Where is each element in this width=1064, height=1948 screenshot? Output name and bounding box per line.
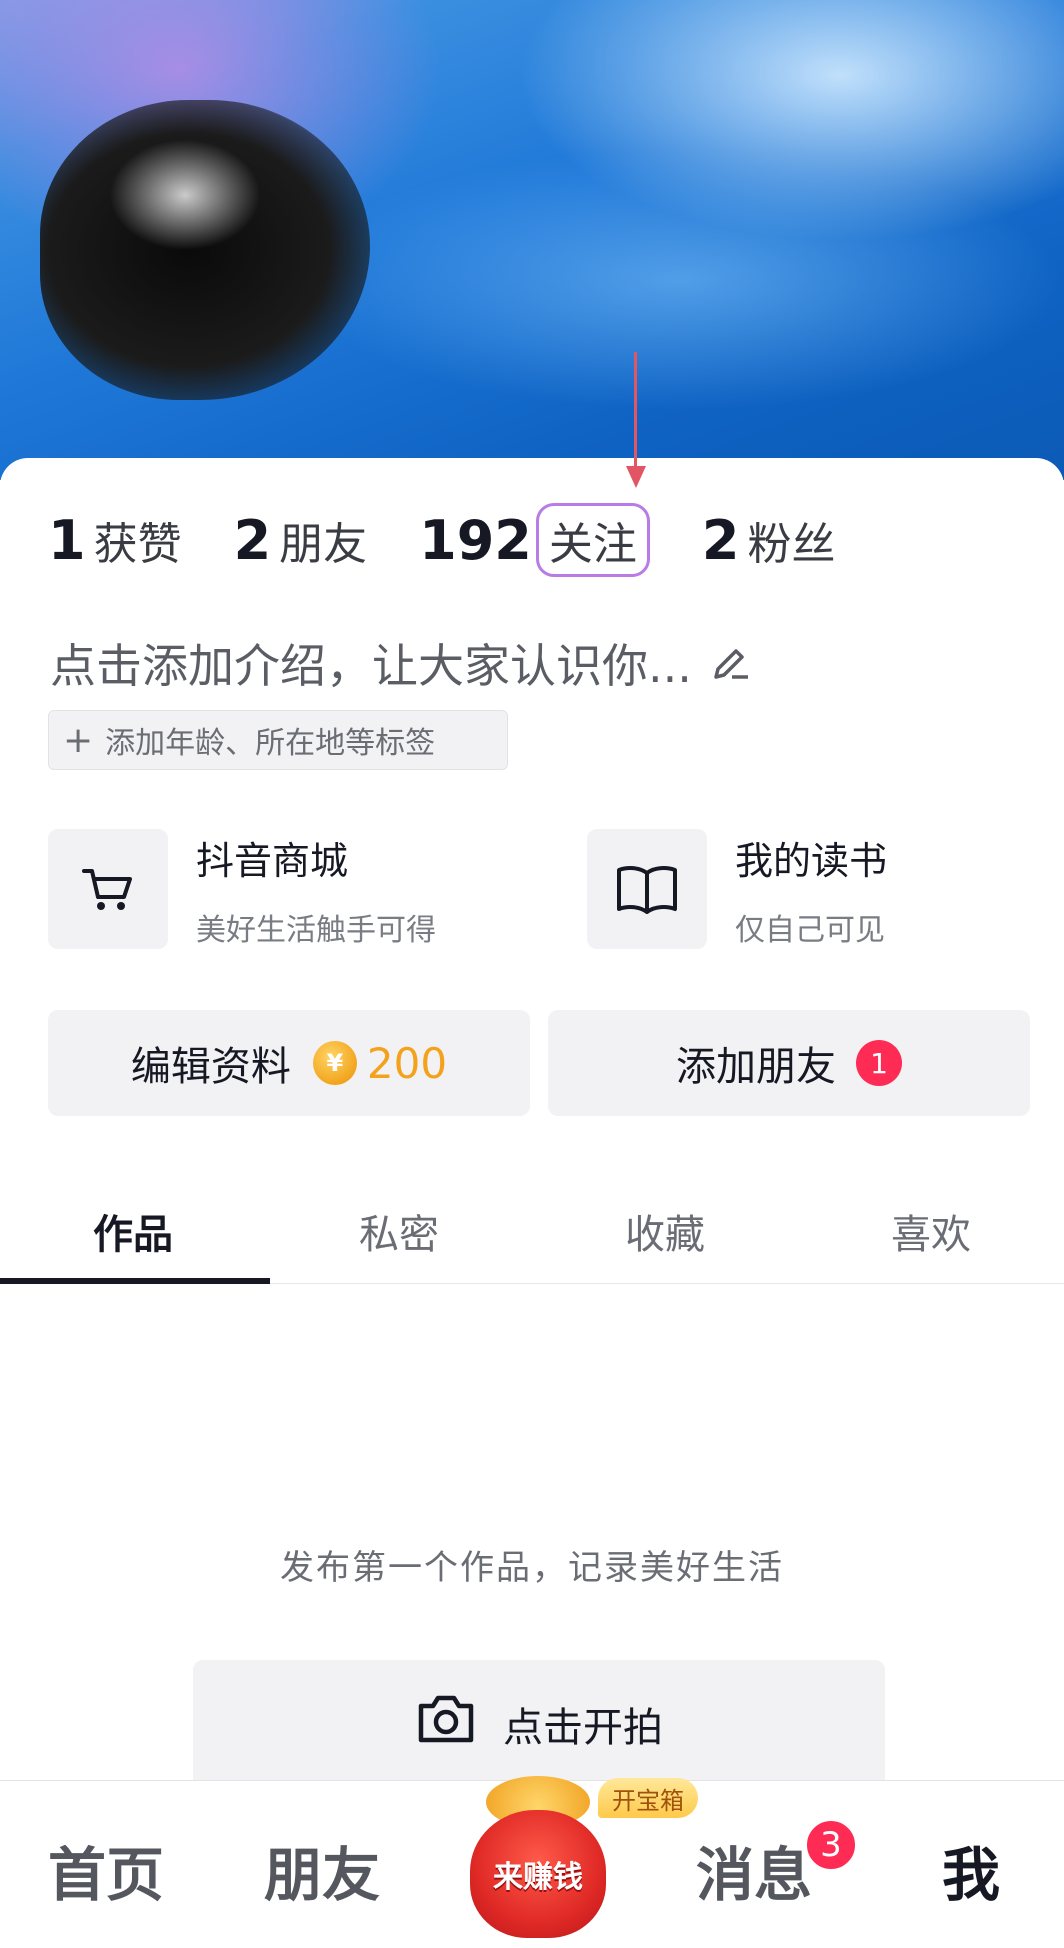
my-reading-subtitle: 仅自己可见 [735, 912, 885, 948]
active-tab-indicator [0, 1278, 270, 1284]
cover-haze [300, 150, 1060, 410]
avatar-redaction-highlight [110, 140, 260, 250]
start-shooting-label: 点击开拍 [503, 1705, 663, 1751]
tab-favorites[interactable]: 收藏 [532, 1180, 798, 1283]
add-friend-button[interactable]: 添加朋友 1 [548, 1010, 1030, 1116]
cart-icon [48, 829, 168, 949]
stat-followers-label: 粉丝 [747, 519, 836, 570]
douyin-mall-subtitle: 美好生活触手可得 [196, 912, 436, 948]
messages-badge: 3 [804, 1818, 858, 1872]
stat-followers[interactable]: 2 粉丝 [702, 508, 836, 572]
profile-stats: 1 获赞 2 朋友 192 关注 2 粉丝 [48, 503, 887, 577]
tab-works[interactable]: 作品 [0, 1180, 266, 1283]
camera-icon [415, 1692, 477, 1756]
nav-messages[interactable]: 消息 [696, 1828, 812, 1912]
open-chest-badge[interactable]: 开宝箱 [598, 1778, 698, 1818]
coin-icon: ¥ [312, 1041, 357, 1085]
my-reading-entry[interactable]: 我的读书 仅自己可见 [587, 828, 887, 950]
start-shooting-button[interactable]: 点击开拍 [193, 1660, 885, 1788]
stat-followers-count: 2 [701, 508, 740, 572]
empty-state-message: 发布第一个作品，记录美好生活 [280, 1548, 784, 1588]
profile-tabs: 作品 私密 收藏 喜欢 [0, 1180, 1064, 1284]
douyin-mall-title: 抖音商城 [196, 838, 349, 883]
tab-likes[interactable]: 喜欢 [798, 1180, 1064, 1283]
edit-profile-label: 编辑资料 [130, 1044, 291, 1090]
profile-cover-image[interactable] [0, 0, 1064, 480]
annotation-arrow [634, 352, 637, 470]
coin-value: 200 [366, 1038, 448, 1088]
stat-friends[interactable]: 2 朋友 [234, 508, 368, 572]
earn-money-button[interactable]: 来赚钱 [470, 1810, 606, 1938]
tab-private[interactable]: 私密 [266, 1180, 532, 1283]
add-friend-badge: 1 [856, 1040, 902, 1086]
nav-friends[interactable]: 朋友 [264, 1828, 380, 1912]
nav-me[interactable]: 我 [942, 1828, 1000, 1912]
bio-placeholder-text: 点击添加介绍，让大家认识你... [50, 639, 692, 693]
earn-money-label: 来赚钱 [493, 1860, 583, 1895]
stat-likes-label: 获赞 [93, 519, 182, 570]
edit-pencil-icon[interactable] [710, 636, 750, 690]
stat-friends-label: 朋友 [279, 519, 368, 570]
bio-prompt[interactable]: 点击添加介绍，让大家认识你... [50, 630, 750, 696]
stat-following-label: 关注 [535, 503, 650, 577]
stat-likes-count: 1 [48, 508, 86, 572]
add-tags-button[interactable]: + 添加年龄、所在地等标签 [48, 710, 508, 770]
edit-profile-button[interactable]: 编辑资料 ¥ 200 [48, 1010, 530, 1116]
my-reading-title: 我的读书 [735, 838, 888, 883]
stat-following[interactable]: 192 关注 [419, 503, 650, 577]
book-icon [587, 829, 707, 949]
stat-friends-count: 2 [233, 508, 272, 572]
add-tags-label: 添加年龄、所在地等标签 [105, 726, 436, 761]
nav-home[interactable]: 首页 [48, 1828, 164, 1912]
stat-likes[interactable]: 1 获赞 [48, 508, 182, 572]
plus-icon: + [63, 719, 94, 761]
annotation-arrow-head [626, 466, 646, 488]
douyin-mall-entry[interactable]: 抖音商城 美好生活触手可得 [48, 828, 436, 950]
stat-following-count: 192 [419, 508, 532, 572]
add-friend-label: 添加朋友 [676, 1044, 836, 1090]
